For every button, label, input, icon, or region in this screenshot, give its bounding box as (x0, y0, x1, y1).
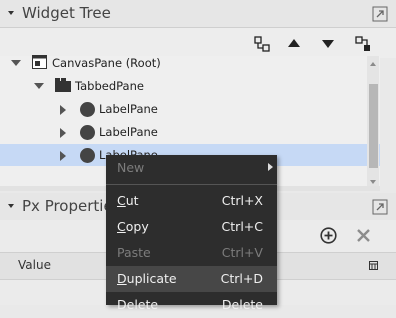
menu-item-label: Cut (117, 193, 139, 208)
label-pane-icon (80, 102, 95, 117)
scroll-down-arrow-icon[interactable] (370, 180, 376, 184)
menu-item-cut[interactable]: Cut Ctrl+X (106, 188, 277, 214)
scrollbar-thumb[interactable] (369, 84, 378, 168)
expand-icon[interactable] (34, 83, 44, 89)
vertical-scrollbar[interactable] (367, 56, 379, 188)
value-column-label: Value (18, 258, 51, 272)
menu-item-shortcut: Ctrl+C (221, 219, 263, 234)
menu-item-copy[interactable]: Copy Ctrl+C (106, 214, 277, 240)
menu-item-label: Duplicate (117, 271, 177, 286)
widget-tree-title: Widget Tree (22, 4, 111, 22)
reorder-icon[interactable] (355, 36, 371, 52)
expand-icon[interactable] (11, 60, 21, 66)
label-pane-icon (80, 148, 95, 163)
expand-icon[interactable] (60, 128, 66, 138)
expand-icon[interactable] (60, 105, 66, 115)
column-chooser-icon[interactable] (369, 261, 378, 270)
scroll-up-arrow-icon[interactable] (370, 62, 376, 66)
tree-node-canvas-pane[interactable]: CanvasPane (Root) (0, 52, 380, 74)
context-menu: New Cut Ctrl+X Copy Ctrl+C Paste Ctrl+V … (106, 155, 277, 312)
tree-node-label-pane[interactable]: LabelPane (0, 98, 380, 120)
tree-node-label: TabbedPane (75, 79, 144, 93)
menu-item-shortcut: Ctrl+D (220, 271, 263, 286)
menu-item-label: Copy (117, 219, 149, 234)
maximize-icon[interactable] (372, 6, 388, 22)
tree-node-tabbed-pane[interactable]: TabbedPane (0, 75, 380, 97)
submenu-arrow-icon (268, 163, 273, 171)
menu-item-shortcut: Ctrl+X (221, 193, 263, 208)
tree-node-label: CanvasPane (Root) (52, 56, 161, 70)
tree-node-label: LabelPane (99, 102, 158, 116)
menu-item-paste[interactable]: Paste Ctrl+V (106, 240, 277, 266)
remove-icon[interactable] (356, 228, 371, 243)
move-down-icon[interactable] (321, 39, 335, 49)
tree-node-label-pane[interactable]: LabelPane (0, 121, 380, 143)
add-icon[interactable] (320, 227, 337, 244)
move-up-icon[interactable] (287, 38, 301, 48)
widget-tree-header: Widget Tree (0, 0, 396, 28)
menu-item-new[interactable]: New (106, 155, 277, 181)
tree-node-label: LabelPane (99, 125, 158, 139)
expand-icon[interactable] (60, 151, 66, 161)
menu-item-duplicate[interactable]: Duplicate Ctrl+D (106, 266, 277, 292)
menu-item-label: Paste (117, 245, 151, 260)
maximize-icon[interactable] (372, 199, 388, 215)
collapse-toggle-icon[interactable] (8, 204, 14, 208)
collapse-toggle-icon[interactable] (8, 11, 14, 15)
menu-item-delete[interactable]: Delete Delete (106, 292, 277, 318)
menu-item-shortcut: Ctrl+V (221, 245, 263, 260)
canvas-pane-icon (32, 55, 47, 69)
menu-separator (106, 184, 277, 185)
tabbed-pane-icon (55, 78, 71, 92)
expand-collapse-icon[interactable] (254, 36, 270, 52)
menu-item-label: New (117, 160, 145, 175)
label-pane-icon (80, 125, 95, 140)
